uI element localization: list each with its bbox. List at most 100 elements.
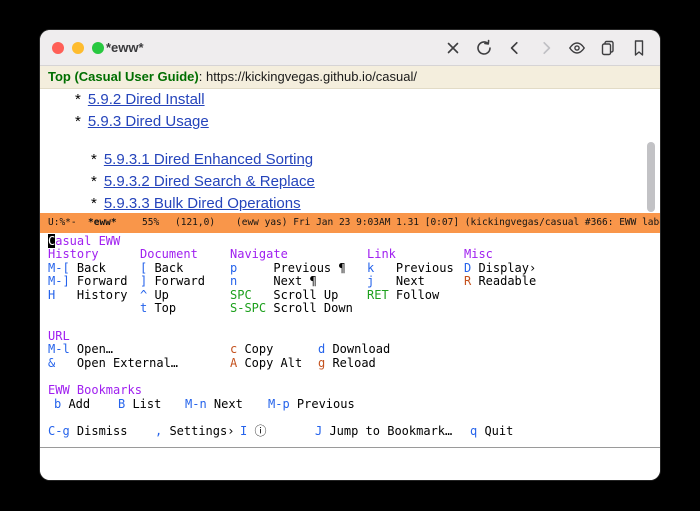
emacs-window: *eww* Top (Casual Us [40, 30, 660, 480]
link-dired-install[interactable]: 5.9.2 Dired Install [88, 91, 205, 108]
transient-group-link: Link kPrevious jNext RETFollow [367, 248, 454, 302]
item-document-back[interactable]: [Back [140, 262, 205, 276]
item-bookmark-list[interactable]: BList [118, 398, 161, 412]
toolbar-bookmark-button[interactable] [628, 37, 650, 59]
modeline-status-flags: U:%*- [48, 213, 77, 233]
key-binding: M-] [48, 275, 77, 289]
key-binding: p [230, 262, 273, 276]
key-binding: S-SPC [230, 302, 273, 316]
item-download[interactable]: dDownload [318, 343, 390, 357]
echo-area [40, 447, 660, 480]
item-history-forward[interactable]: M-]Forward [48, 275, 127, 289]
item-label: Download [332, 342, 390, 356]
item-label: Previous [297, 397, 355, 411]
key-binding: R [464, 275, 478, 289]
toc-line: *5.9.3 Dired Usage [75, 113, 209, 130]
bookmark-icon [629, 38, 649, 58]
list-bullet: * [91, 173, 97, 190]
item-link-next[interactable]: jNext [367, 275, 454, 289]
close-icon [443, 38, 463, 58]
item-label: Next ¶ [273, 274, 316, 288]
transient-menu: Casual EWW History M-[Back M-]Forward HH… [40, 233, 660, 447]
item-label: Copy Alt [244, 356, 302, 370]
group-heading: Link [367, 248, 454, 262]
item-label: Follow [396, 288, 439, 302]
mode-line: U:%*- *eww* 55% (121,0) (eww yas) Fri Ja… [40, 213, 660, 233]
item-history-back[interactable]: M-[Back [48, 262, 127, 276]
traffic-lights [52, 42, 104, 54]
item-quit[interactable]: qQuit [470, 425, 513, 439]
key-binding: M-n [185, 398, 214, 412]
link-dired-enhanced-sorting[interactable]: 5.9.3.1 Dired Enhanced Sorting [104, 151, 313, 168]
key-binding: & [48, 357, 77, 371]
item-scroll-down[interactable]: S-SPCScroll Down [230, 302, 353, 316]
toolbar-forward-button[interactable] [535, 37, 557, 59]
key-binding: B [118, 398, 132, 412]
item-label: History [77, 288, 128, 302]
item-document-forward[interactable]: ]Forward [140, 275, 205, 289]
item-label: Previous ¶ [273, 261, 345, 275]
item-document-up[interactable]: ^Up [140, 289, 205, 303]
scrollbar-thumb[interactable] [647, 142, 655, 212]
item-jump-to-bookmark[interactable]: JJump to Bookmark… [315, 425, 452, 439]
group-heading: Document [140, 248, 205, 262]
transient-title-text: asual EWW [55, 234, 120, 248]
link-dired-usage[interactable]: 5.9.3 Dired Usage [88, 113, 209, 130]
item-url-open[interactable]: M-lOpen… [48, 343, 113, 357]
item-scroll-up[interactable]: SPCScroll Up [230, 289, 353, 303]
toolbar-copy-button[interactable] [597, 37, 619, 59]
item-label: Quit [484, 424, 513, 438]
key-binding: g [318, 357, 332, 371]
toolbar-back-button[interactable] [504, 37, 526, 59]
link-dired-search-replace[interactable]: 5.9.3.2 Dired Search & Replace [104, 173, 315, 190]
item-bookmark-add[interactable]: bAdd [54, 398, 90, 412]
item-readable[interactable]: RReadable [464, 275, 536, 289]
item-history-list[interactable]: HHistory [48, 289, 127, 303]
item-previous-paragraph[interactable]: pPrevious ¶ [230, 262, 353, 276]
toolbar-reload-button[interactable] [473, 37, 495, 59]
group-heading: Misc [464, 248, 536, 262]
item-url-copy-alt[interactable]: ACopy Alt [230, 357, 302, 371]
item-document-top[interactable]: tTop [140, 302, 205, 316]
toolbar-close-button[interactable] [442, 37, 464, 59]
item-label: Next [396, 274, 425, 288]
item-info[interactable]: Iⓘ [240, 425, 266, 439]
item-label: Up [154, 288, 168, 302]
traffic-light-minimize[interactable] [72, 42, 84, 54]
traffic-light-close[interactable] [52, 42, 64, 54]
buffer-content: *5.9.2 Dired Install *5.9.3 Dired Usage … [40, 89, 660, 213]
item-link-follow[interactable]: RETFollow [367, 289, 454, 303]
back-icon [505, 38, 525, 58]
item-next-paragraph[interactable]: nNext ¶ [230, 275, 353, 289]
item-dismiss[interactable]: C-gDismiss [48, 425, 127, 439]
header-line: Top (Casual User Guide): https://kicking… [40, 66, 660, 89]
item-label: Scroll Up [273, 288, 338, 302]
key-binding: M-p [268, 398, 297, 412]
item-label: List [132, 397, 161, 411]
key-binding: c [230, 343, 244, 357]
item-link-previous[interactable]: kPrevious [367, 262, 454, 276]
item-bookmark-previous[interactable]: M-pPrevious [268, 398, 355, 412]
item-label: Next [214, 397, 243, 411]
item-reload[interactable]: gReload [318, 357, 376, 371]
item-bookmark-next[interactable]: M-nNext [185, 398, 243, 412]
item-url-open-external[interactable]: &Open External… [48, 357, 178, 371]
item-url-copy[interactable]: cCopy [230, 343, 273, 357]
item-label: Copy [244, 342, 273, 356]
toolbar-readable-button[interactable] [566, 37, 588, 59]
key-binding: I [240, 425, 254, 439]
toc-line: *5.9.2 Dired Install [75, 91, 205, 108]
link-bulk-dired-operations[interactable]: 5.9.3.3 Bulk Dired Operations [104, 195, 301, 212]
traffic-light-zoom[interactable] [92, 42, 104, 54]
item-label: Forward [77, 274, 128, 288]
page-url: https://kickingvegas.github.io/casual/ [206, 69, 417, 84]
info-icon: ⓘ [254, 424, 266, 438]
transient-group-document: Document [Back ]Forward ^Up tTop [140, 248, 205, 316]
item-settings[interactable]: ,Settings› [155, 425, 234, 439]
item-label: Readable [478, 274, 536, 288]
item-display[interactable]: DDisplay› [464, 262, 536, 276]
key-binding: b [54, 398, 68, 412]
key-binding: d [318, 343, 332, 357]
transient-group-misc: Misc DDisplay› RReadable [464, 248, 536, 289]
titlebar: *eww* [40, 30, 660, 66]
